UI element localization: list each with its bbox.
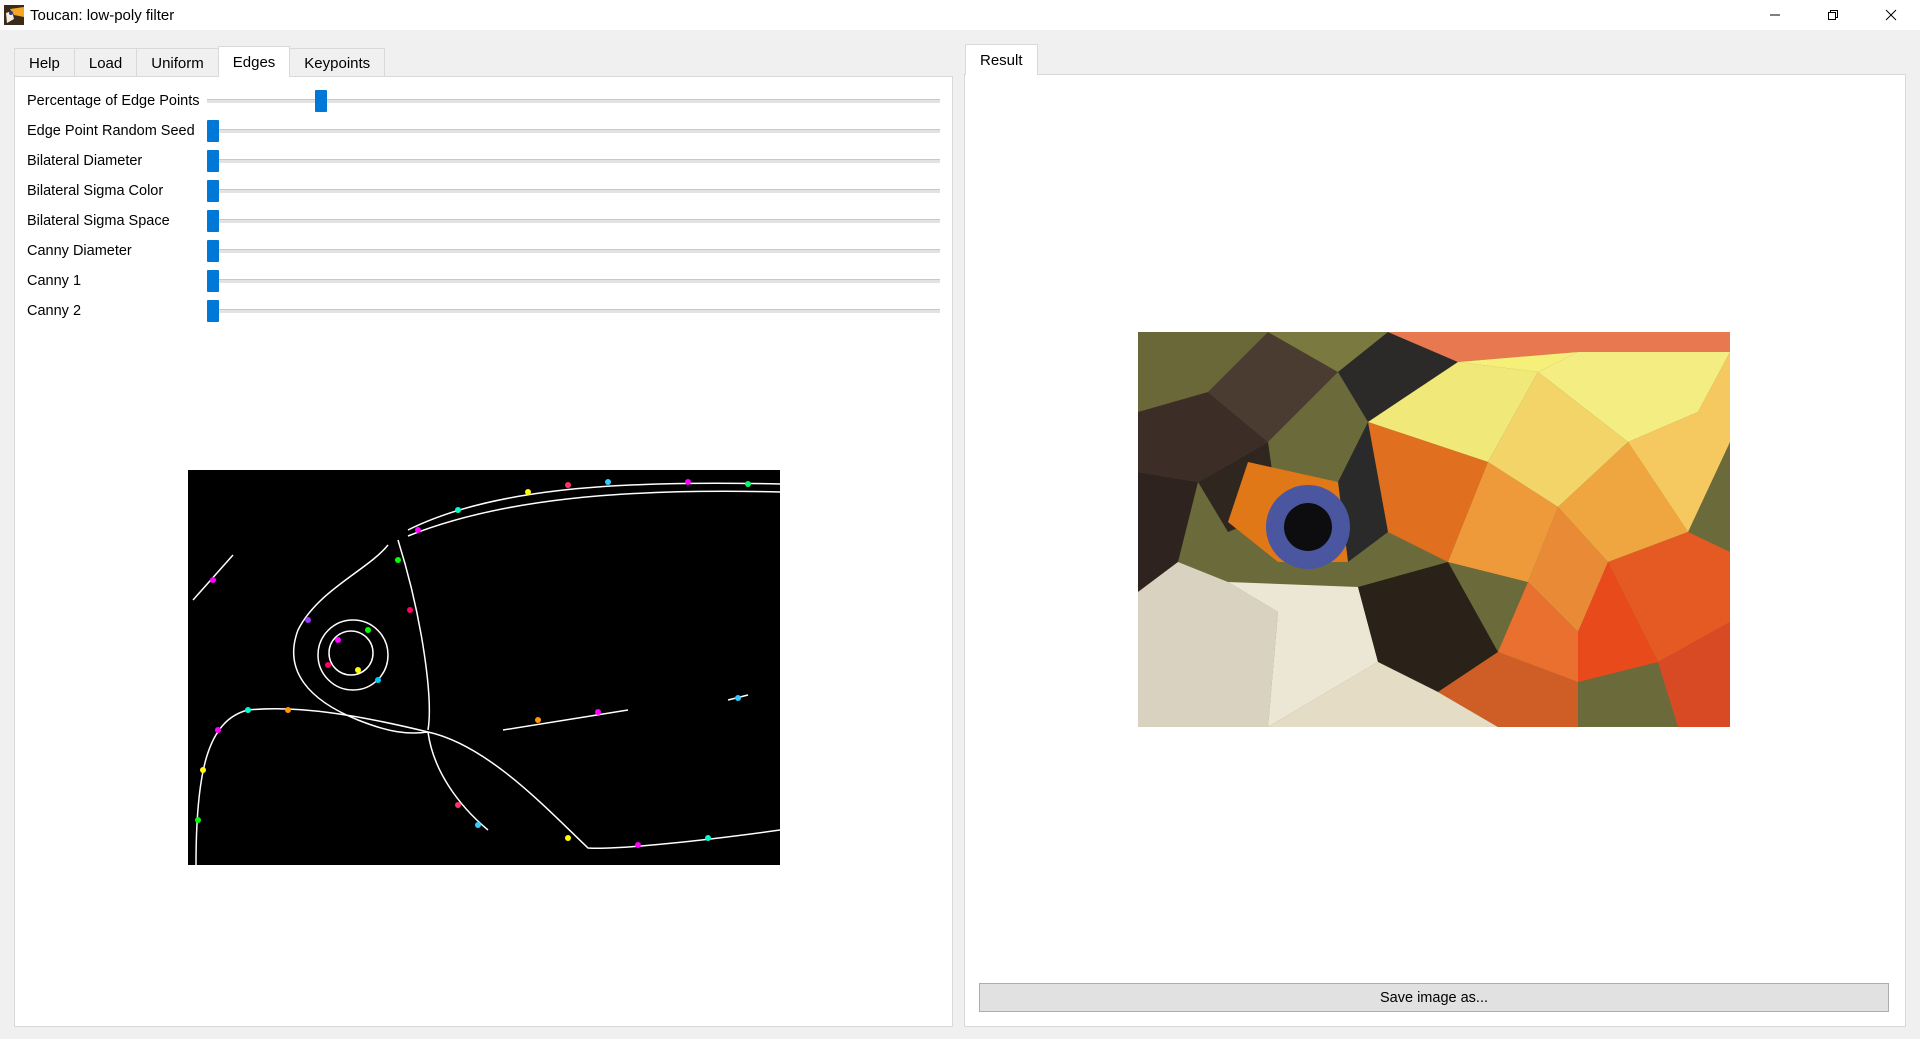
- slider-list: Percentage of Edge Points Edge Point Ran…: [27, 86, 940, 326]
- minimize-button[interactable]: [1746, 0, 1804, 30]
- window-title: Toucan: low-poly filter: [30, 6, 175, 24]
- slider-row: Bilateral Sigma Space: [27, 206, 940, 236]
- slider-label: Canny 2: [27, 303, 82, 319]
- tab-help[interactable]: Help: [14, 48, 75, 77]
- right-tab-bar: Result: [965, 44, 1038, 75]
- slider-handle[interactable]: [207, 150, 219, 172]
- slider-track[interactable]: [207, 279, 940, 283]
- tab-load[interactable]: Load: [73, 48, 138, 77]
- slider-track[interactable]: [207, 129, 940, 133]
- slider-track[interactable]: [207, 249, 940, 253]
- left-tab-bar: Help Load Uniform Edges Keypoints: [14, 46, 386, 77]
- slider-row: Canny Diameter: [27, 236, 940, 266]
- slider-track[interactable]: [207, 309, 940, 313]
- slider-label: Bilateral Sigma Space: [27, 213, 170, 229]
- edges-preview-image: [188, 470, 780, 865]
- tab-edges[interactable]: Edges: [217, 46, 291, 77]
- slider-handle[interactable]: [207, 270, 219, 292]
- slider-label: Bilateral Sigma Color: [27, 183, 164, 199]
- slider-row: Bilateral Sigma Color: [27, 176, 940, 206]
- slider-handle[interactable]: [207, 210, 219, 232]
- result-lowpoly-image: [1138, 332, 1730, 727]
- slider-row: Edge Point Random Seed: [27, 116, 940, 146]
- slider-handle[interactable]: [207, 240, 219, 262]
- tab-uniform[interactable]: Uniform: [136, 48, 219, 77]
- slider-handle[interactable]: [207, 300, 219, 322]
- window-controls: [1746, 0, 1920, 30]
- title-bar: Toucan: low-poly filter: [0, 0, 1920, 30]
- slider-row: Canny 1: [27, 266, 940, 296]
- slider-handle[interactable]: [315, 90, 328, 112]
- maximize-button[interactable]: [1804, 0, 1862, 30]
- slider-row: Bilateral Diameter: [27, 146, 940, 176]
- save-image-button[interactable]: Save image as...: [979, 983, 1889, 1012]
- tab-result[interactable]: Result: [965, 44, 1038, 75]
- slider-row: Percentage of Edge Points: [27, 86, 940, 116]
- minimize-icon: [1770, 14, 1780, 16]
- slider-handle[interactable]: [207, 120, 219, 142]
- slider-label: Canny 1: [27, 273, 82, 289]
- slider-track[interactable]: [207, 219, 940, 223]
- slider-label: Bilateral Diameter: [27, 153, 143, 169]
- slider-label: Edge Point Random Seed: [27, 123, 195, 139]
- tab-keypoints[interactable]: Keypoints: [289, 48, 386, 77]
- toucan-app-icon: [4, 5, 24, 25]
- slider-track[interactable]: [207, 159, 940, 163]
- close-button[interactable]: [1862, 0, 1920, 30]
- slider-label: Canny Diameter: [27, 243, 132, 259]
- close-icon: [1885, 9, 1897, 21]
- slider-row: Canny 2: [27, 296, 940, 326]
- slider-label: Percentage of Edge Points: [27, 93, 200, 109]
- maximize-icon: [1828, 10, 1838, 20]
- slider-track[interactable]: [207, 189, 940, 193]
- slider-handle[interactable]: [207, 180, 219, 202]
